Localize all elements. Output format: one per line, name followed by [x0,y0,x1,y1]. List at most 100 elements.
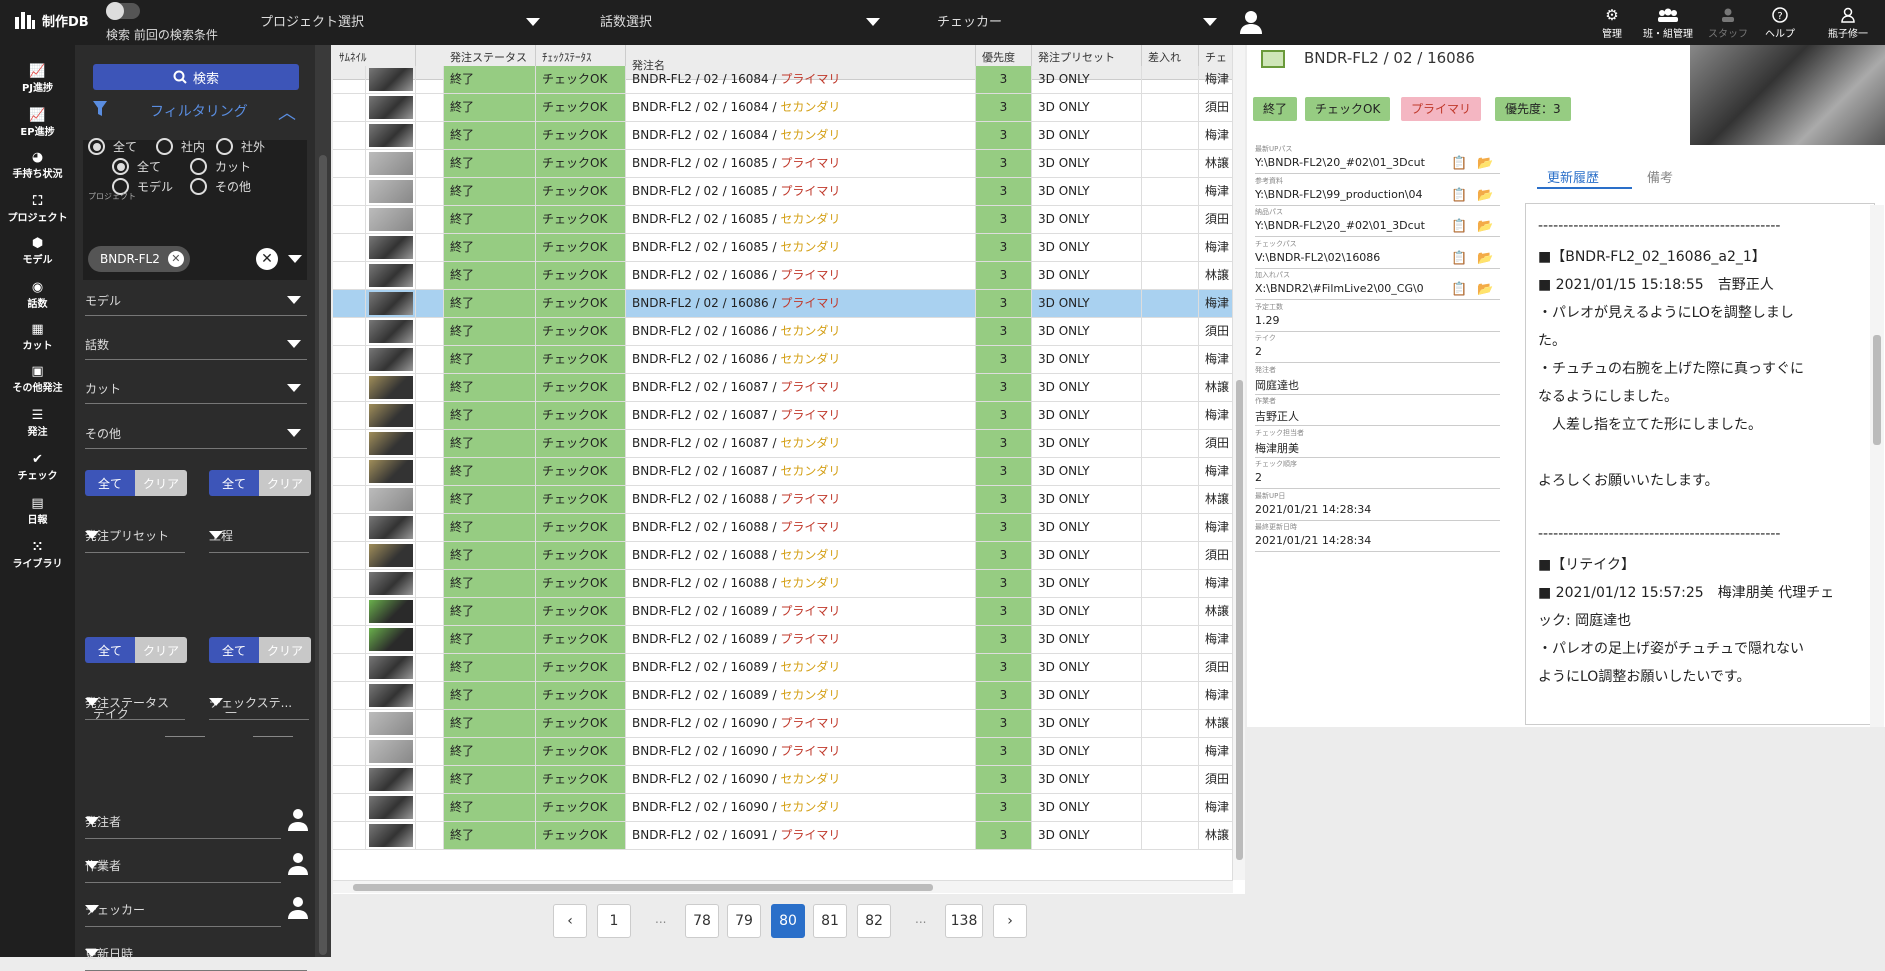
table-row[interactable]: 終了 チェックOK BNDR-FL2 / 02 / 16090 / プライマリ 3 3D… [333,710,1245,738]
thumbnail-image[interactable] [369,236,413,259]
clipboard-icon[interactable]: 📋 [1451,219,1467,234]
thumbnail-image[interactable] [369,656,413,679]
radio-external[interactable]: 社外 [216,138,265,155]
field-value[interactable]: 2021/01/21 14:28:34 [1255,534,1445,547]
scrollbar-thumb[interactable] [1873,335,1881,445]
thumbnail-image[interactable] [369,460,413,483]
table-row[interactable]: 終了 チェックOK BNDR-FL2 / 02 / 16086 / セカンダリ 3 3D… [333,346,1245,374]
clipboard-icon[interactable]: 📋 [1451,282,1467,297]
clear-button[interactable]: クリア [259,637,311,663]
table-row[interactable]: 終了 チェックOK BNDR-FL2 / 02 / 16088 / セカンダリ 3 3D… [333,570,1245,598]
thumbnail-image[interactable] [369,600,413,623]
thumbnail-image[interactable] [369,404,413,427]
take-from-input[interactable] [165,725,205,737]
nav-pj-progress[interactable]: 📈 PJ進捗 [0,63,75,95]
table-row[interactable]: 終了 チェックOK BNDR-FL2 / 02 / 16085 / プライマリ 3 3D… [333,178,1245,206]
thumbnail-image[interactable] [369,68,413,91]
table-row[interactable]: 終了 チェックOK BNDR-FL2 / 02 / 16089 / セカンダリ 3 3D… [333,654,1245,682]
nav-other-order[interactable]: ▣ その他発注 [0,363,75,395]
filter-header[interactable]: フィルタリング ︿ [75,95,315,125]
app-logo[interactable]: 制作DB [14,9,89,31]
nav-help[interactable]: ? ヘルプ [1750,5,1810,40]
other-dropdown[interactable]: その他 [85,415,307,449]
table-row-selected[interactable]: 終了 チェックOK BNDR-FL2 / 02 / 16086 / プライマリ 3 3D… [333,290,1245,318]
field-value[interactable]: 2 [1255,471,1445,484]
radio-internal[interactable]: 社内 [156,138,205,155]
thumbnail-image[interactable] [369,712,413,735]
nav-admin[interactable]: ⚙ 管理 [1582,5,1642,40]
tab-history[interactable]: 更新履歴 [1547,167,1599,186]
table-row[interactable]: 終了 チェックOK BNDR-FL2 / 02 / 16086 / セカンダリ 3 3D… [333,318,1245,346]
thumbnail-image[interactable] [369,488,413,511]
table-row[interactable]: 終了 チェックOK BNDR-FL2 / 02 / 16087 / プライマリ 3 3D… [333,374,1245,402]
thumbnail-image[interactable] [369,516,413,539]
field-value[interactable]: Y:\BNDR-FL2\99_production\04 [1255,188,1445,201]
detail-thumbnail[interactable] [1690,45,1885,145]
nav-daily-report[interactable]: ▤ 日報 [0,495,75,527]
clear-project-button[interactable]: ✕ [256,248,278,270]
field-value[interactable]: 吉野正人 [1255,408,1445,424]
scrollbar-thumb[interactable] [319,155,327,955]
scrollbar-thumb[interactable] [353,884,933,891]
table-row[interactable]: 終了 チェックOK BNDR-FL2 / 02 / 16088 / セカンダリ 3 3D… [333,542,1245,570]
thumbnail-image[interactable] [369,96,413,119]
clear-button[interactable]: クリア [135,637,187,663]
clipboard-icon[interactable]: 📋 [1451,188,1467,203]
table-row[interactable]: 終了 チェックOK BNDR-FL2 / 02 / 16084 / セカンダリ 3 3D… [333,122,1245,150]
thumbnail-image[interactable] [369,572,413,595]
thumbnail-image[interactable] [369,376,413,399]
thumbnail-image[interactable] [369,768,413,791]
page-button[interactable]: 79 [727,904,761,938]
select-all-button[interactable]: 全て [85,637,135,663]
folder-open-icon[interactable]: 📂 [1477,282,1493,297]
folder-open-icon[interactable]: 📂 [1477,188,1493,203]
table-row[interactable]: 終了 チェックOK BNDR-FL2 / 02 / 16091 / プライマリ 3 3D… [333,822,1245,850]
page-button[interactable]: 1 [597,904,631,938]
table-row[interactable]: 終了 チェックOK BNDR-FL2 / 02 / 16089 / プライマリ 3 3D… [333,598,1245,626]
tab-notes[interactable]: 備考 [1647,167,1673,186]
clipboard-icon[interactable]: 📋 [1451,156,1467,171]
episode-dropdown[interactable]: 話数 [85,326,307,360]
close-icon[interactable]: ✕ [167,251,184,267]
thumbnail-image[interactable] [369,796,413,819]
thumbnail-image[interactable] [369,264,413,287]
checker-select[interactable]: チェッカー [937,11,1217,33]
field-value[interactable]: 1.29 [1255,314,1445,327]
scrollbar-thumb[interactable] [1236,380,1243,860]
table-row[interactable]: 終了 チェックOK BNDR-FL2 / 02 / 16088 / プライマリ 3 3D… [333,514,1245,542]
select-all-button[interactable]: 全て [209,637,259,663]
search-button[interactable]: 検索 [93,64,299,90]
table-row[interactable]: 終了 チェックOK BNDR-FL2 / 02 / 16085 / プライマリ 3 3D… [333,150,1245,178]
folder-open-icon[interactable]: 📂 [1477,219,1493,234]
thumbnail-image[interactable] [369,628,413,651]
cut-dropdown[interactable]: カット [85,370,307,404]
radio-type-other[interactable]: その他 [190,178,251,195]
radio-type-cut[interactable]: カット [190,158,251,175]
nav-cut[interactable]: ▦ カット [0,321,75,353]
table-row[interactable]: 終了 チェックOK BNDR-FL2 / 02 / 16089 / セカンダリ 3 3D… [333,682,1245,710]
checker-dropdown[interactable]: チェッカー [85,893,281,927]
table-row[interactable]: 終了 チェックOK BNDR-FL2 / 02 / 16086 / プライマリ 3 3D… [333,262,1245,290]
field-value[interactable]: Y:\BNDR-FL2\20_#02\01_3Dcut [1255,219,1445,232]
person-icon[interactable] [286,807,310,831]
field-value[interactable]: 2 [1255,345,1445,358]
table-row[interactable]: 終了 チェックOK BNDR-FL2 / 02 / 16084 / セカンダリ 3 3D… [333,94,1245,122]
folder-open-icon[interactable]: 📂 [1477,156,1493,171]
nav-user[interactable]: 瓶子修一 [1818,5,1878,40]
nav-order[interactable]: ☰ 発注 [0,407,75,439]
field-value[interactable]: Y:\BNDR-FL2\20_#02\01_3Dcut [1255,156,1445,169]
nav-model[interactable]: ⬢ モデル [0,235,75,267]
table-row[interactable]: 終了 チェックOK BNDR-FL2 / 02 / 16085 / セカンダリ 3 3D… [333,206,1245,234]
thumbnail-image[interactable] [369,180,413,203]
user-filter-icon[interactable] [1238,9,1264,35]
check-status-dropdown[interactable]: チェックステ... [209,686,309,720]
table-row[interactable]: 終了 チェックOK BNDR-FL2 / 02 / 16090 / プライマリ 3 3D… [333,738,1245,766]
next-page-button[interactable]: › [993,904,1027,938]
worker-dropdown[interactable]: 作業者 [85,849,281,883]
thumbnail-image[interactable] [369,320,413,343]
grid-horizontal-scrollbar[interactable] [333,880,1233,893]
episode-select[interactable]: 話数選択 [600,11,880,33]
take-to-input[interactable] [253,725,293,737]
history-scrollbar[interactable] [1870,205,1884,727]
radio-type-all[interactable]: 全て [112,158,161,175]
